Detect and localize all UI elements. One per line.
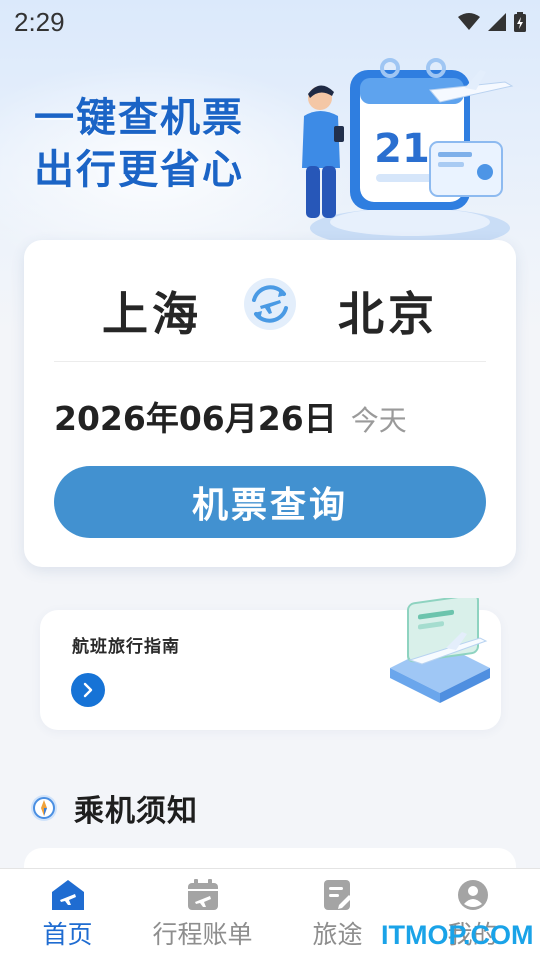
traveler-calendar-illustration: 21	[302, 58, 514, 248]
tab-home[interactable]: 首页	[0, 869, 135, 960]
date-hint: 今天	[350, 404, 407, 437]
slogan-line-2: 出行更省心	[34, 147, 244, 193]
battery-icon	[514, 12, 526, 32]
status-icons	[458, 12, 526, 32]
note-edit-icon	[323, 880, 352, 910]
status-bar: 2:29	[0, 0, 540, 44]
flight-board-illustration	[390, 598, 490, 703]
watermark: ITMOP.COM	[381, 920, 534, 950]
tab-label: 旅途	[312, 920, 363, 949]
arrival-city[interactable]: 北京	[338, 278, 438, 344]
swap-cities-icon[interactable]	[244, 278, 296, 330]
travel-guide-card[interactable]: 航班旅行指南	[40, 598, 501, 730]
flight-search-card: 上海 北京 2026年06月26日 今天 机票查询	[24, 240, 516, 567]
route-selector: 上海 北京	[24, 240, 516, 362]
date-selector[interactable]: 2026年06月26日 今天	[54, 392, 407, 440]
notice-title: 乘机须知	[74, 794, 198, 829]
guide-title: 航班旅行指南	[72, 637, 180, 657]
signal-icon	[488, 13, 506, 31]
slogan-line-1: 一键查机票	[34, 95, 244, 141]
hero-slogan: 一键查机票 出行更省心	[34, 92, 244, 196]
tab-itinerary[interactable]: 行程账单	[135, 869, 270, 960]
boarding-notice-header: 乘机须知	[30, 786, 198, 830]
divider	[54, 361, 486, 362]
tab-label: 行程账单	[152, 920, 253, 949]
departure-date: 2026年06月26日	[54, 399, 337, 438]
wifi-icon	[458, 13, 480, 30]
compass-icon	[31, 795, 57, 821]
tab-label: 首页	[42, 920, 93, 949]
plane-house-icon	[51, 880, 84, 910]
user-icon	[457, 880, 488, 910]
search-flights-button[interactable]: 机票查询	[54, 466, 486, 538]
status-time: 2:29	[14, 6, 65, 37]
calendar-plane-icon	[187, 879, 218, 910]
chevron-right-icon[interactable]	[71, 673, 105, 707]
departure-city[interactable]: 上海	[102, 278, 202, 344]
calendar-day: 21	[374, 126, 430, 172]
